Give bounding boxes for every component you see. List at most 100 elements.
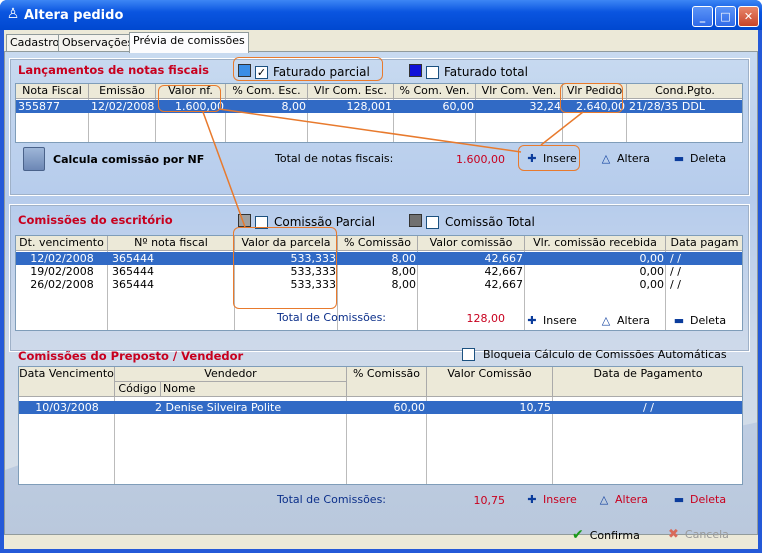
nf-col-vlr-esc[interactable]: Vlr Com. Esc. bbox=[308, 84, 394, 99]
nf-col-emissao[interactable]: Emissão bbox=[89, 84, 156, 99]
comissao-parcial-checkbox[interactable] bbox=[255, 216, 268, 229]
esc-cell-data: / / bbox=[670, 265, 681, 278]
window-title: Altera pedido bbox=[24, 8, 124, 23]
insere-label: Insere bbox=[543, 314, 577, 327]
tab-observacoes[interactable]: Observações bbox=[58, 34, 138, 52]
check-icon: ✔ bbox=[572, 527, 584, 543]
vend-deleta-button[interactable]: ▬ Deleta bbox=[672, 493, 726, 506]
esc-altera-button[interactable]: △ Altera bbox=[599, 314, 650, 327]
bloqueia-label: Bloqueia Cálculo de Comissões Automática… bbox=[483, 348, 727, 361]
nf-col-vlr-ven[interactable]: Vlr Com. Ven. bbox=[476, 84, 563, 99]
nf-cell-nota: 355877 bbox=[18, 100, 60, 113]
nf-altera-button[interactable]: △ Altera bbox=[599, 152, 650, 165]
deleta-label: Deleta bbox=[690, 152, 727, 165]
vend-altera-button[interactable]: △ Altera bbox=[597, 493, 648, 506]
vend-cell-valor: 10,75 bbox=[519, 401, 552, 414]
altera-label: Altera bbox=[617, 152, 650, 165]
esc-col-venc[interactable]: Dt. vencimento bbox=[16, 236, 108, 251]
nf-total-value: 1.600,00 bbox=[456, 153, 505, 166]
table-row[interactable]: 12/02/2008 365444 533,333 8,00 42,667 0,… bbox=[16, 252, 742, 265]
nf-cell-cond: 21/28/35 DDL bbox=[629, 100, 705, 113]
esc-total-value: 128,00 bbox=[466, 312, 506, 325]
nf-deleta-button[interactable]: ▬ Deleta bbox=[672, 152, 726, 165]
esc-cell-nota: 365444 bbox=[112, 265, 154, 278]
vend-insere-button[interactable]: ✚ Insere bbox=[525, 493, 577, 506]
vend-cell-venc: 10/03/2008 bbox=[35, 401, 99, 414]
vend-total-label: Total de Comissões: bbox=[277, 493, 387, 506]
comissao-parcial-swatch bbox=[238, 214, 251, 227]
app-icon: ♙ bbox=[6, 6, 20, 22]
vend-col-codigo[interactable]: Código bbox=[115, 382, 161, 397]
calcula-comissao-label[interactable]: Calcula comissão por NF bbox=[53, 153, 204, 166]
nf-col-valor[interactable]: Valor nf. bbox=[156, 84, 226, 99]
esc-col-pct[interactable]: % Comissão bbox=[338, 236, 418, 251]
esc-cell-data: / / bbox=[670, 278, 681, 291]
faturado-total-label: Faturado total bbox=[444, 65, 528, 79]
vend-col-valor[interactable]: Valor Comissão bbox=[427, 367, 553, 397]
parcial-color-swatch bbox=[238, 64, 251, 77]
table-row[interactable]: 10/03/2008 2 Denise Silveira Polite 60,0… bbox=[19, 401, 742, 414]
plus-icon: ✚ bbox=[527, 314, 537, 327]
triangle-icon: △ bbox=[601, 314, 611, 327]
esc-col-recebida[interactable]: Vlr. comissão recebida bbox=[525, 236, 666, 251]
faturado-total-checkbox[interactable] bbox=[426, 66, 439, 79]
esc-cell-valor: 42,667 bbox=[484, 252, 524, 265]
cancela-button[interactable]: ✖ Cancela bbox=[668, 525, 729, 545]
insere-label: Insere bbox=[543, 493, 577, 506]
tab-page: Lançamentos de notas fiscais ✓ Faturado … bbox=[4, 51, 758, 535]
nf-grid[interactable]: Nota Fiscal Emissão Valor nf. % Com. Esc… bbox=[15, 83, 743, 143]
comissao-total-checkbox[interactable] bbox=[426, 216, 439, 229]
vend-grid[interactable]: Data Vencimento Vendedor Código Nome % C… bbox=[18, 366, 743, 485]
client-area: Cadastro Observações Prévia de comissões… bbox=[4, 30, 758, 549]
vend-col-nome[interactable]: Nome bbox=[161, 382, 347, 397]
vend-col-vendedor[interactable]: Vendedor bbox=[115, 367, 347, 382]
esc-cell-venc: 19/02/2008 bbox=[30, 265, 94, 278]
esc-cell-data: / / bbox=[670, 252, 681, 265]
esc-col-valor[interactable]: Valor comissão bbox=[418, 236, 525, 251]
nf-col-nota[interactable]: Nota Fiscal bbox=[16, 84, 89, 99]
close-button[interactable]: ✕ bbox=[738, 6, 759, 27]
table-row[interactable]: 26/02/2008 365444 533,333 8,00 42,667 0,… bbox=[16, 278, 742, 291]
vend-col-data[interactable]: Data de Pagamento bbox=[553, 367, 742, 397]
nf-cell-vlr-ven: 32,24 bbox=[529, 100, 562, 113]
esc-cell-recebida: 0,00 bbox=[639, 265, 665, 278]
vend-total-value: 10,75 bbox=[473, 494, 506, 507]
bloqueia-checkbox[interactable] bbox=[462, 348, 475, 361]
esc-col-data[interactable]: Data pagam bbox=[666, 236, 742, 251]
esc-deleta-button[interactable]: ▬ Deleta bbox=[672, 314, 726, 327]
nf-cell-pct-esc: 8,00 bbox=[281, 100, 307, 113]
nf-col-pct-ven[interactable]: % Com. Ven. bbox=[394, 84, 476, 99]
table-row[interactable]: 355877 12/02/2008 1.600,00 8,00 128,001 … bbox=[16, 100, 742, 113]
vend-col-venc[interactable]: Data Vencimento bbox=[19, 367, 115, 397]
esc-cell-parcela: 533,333 bbox=[290, 265, 337, 278]
esc-col-parcela[interactable]: Valor da parcela bbox=[235, 236, 338, 251]
tab-cadastro[interactable]: Cadastro bbox=[6, 34, 64, 52]
nf-col-cond[interactable]: Cond.Pgto. bbox=[627, 84, 742, 99]
nf-title: Lançamentos de notas fiscais bbox=[18, 63, 210, 77]
faturado-parcial-label: Faturado parcial bbox=[273, 65, 370, 79]
faturado-parcial-checkbox[interactable]: ✓ bbox=[255, 66, 268, 79]
esc-cell-parcela: 533,333 bbox=[290, 252, 337, 265]
esc-insere-button[interactable]: ✚ Insere bbox=[525, 314, 577, 327]
nf-col-pct-esc[interactable]: % Com. Esc. bbox=[226, 84, 308, 99]
minus-icon: ▬ bbox=[673, 493, 685, 506]
table-row[interactable]: 19/02/2008 365444 533,333 8,00 42,667 0,… bbox=[16, 265, 742, 278]
nf-col-vlr-pedido[interactable]: Vlr Pedido bbox=[563, 84, 627, 99]
nf-cell-emissao: 12/02/2008 bbox=[91, 100, 155, 113]
nf-cell-pct-ven: 60,00 bbox=[442, 100, 475, 113]
cancela-label: Cancela bbox=[684, 528, 729, 541]
esc-col-nota[interactable]: Nº nota fiscal bbox=[108, 236, 235, 251]
esc-cell-valor: 42,667 bbox=[484, 278, 524, 291]
calculator-icon[interactable] bbox=[23, 147, 45, 171]
confirma-button[interactable]: ✔ Confirma bbox=[572, 525, 640, 545]
minimize-button[interactable]: _ bbox=[692, 6, 713, 27]
esc-cell-valor: 42,667 bbox=[484, 265, 524, 278]
cancel-icon: ✖ bbox=[668, 527, 679, 542]
esc-cell-parcela: 533,333 bbox=[290, 278, 337, 291]
nf-insere-button[interactable]: ✚ Insere bbox=[525, 152, 576, 165]
nf-cell-vlr-pedido: 2.640,00 bbox=[576, 100, 625, 113]
maximize-button[interactable]: □ bbox=[715, 6, 736, 27]
triangle-icon: △ bbox=[601, 152, 611, 165]
vend-col-pct[interactable]: % Comissão bbox=[347, 367, 427, 397]
tab-previa-comissoes[interactable]: Prévia de comissões bbox=[129, 32, 249, 53]
